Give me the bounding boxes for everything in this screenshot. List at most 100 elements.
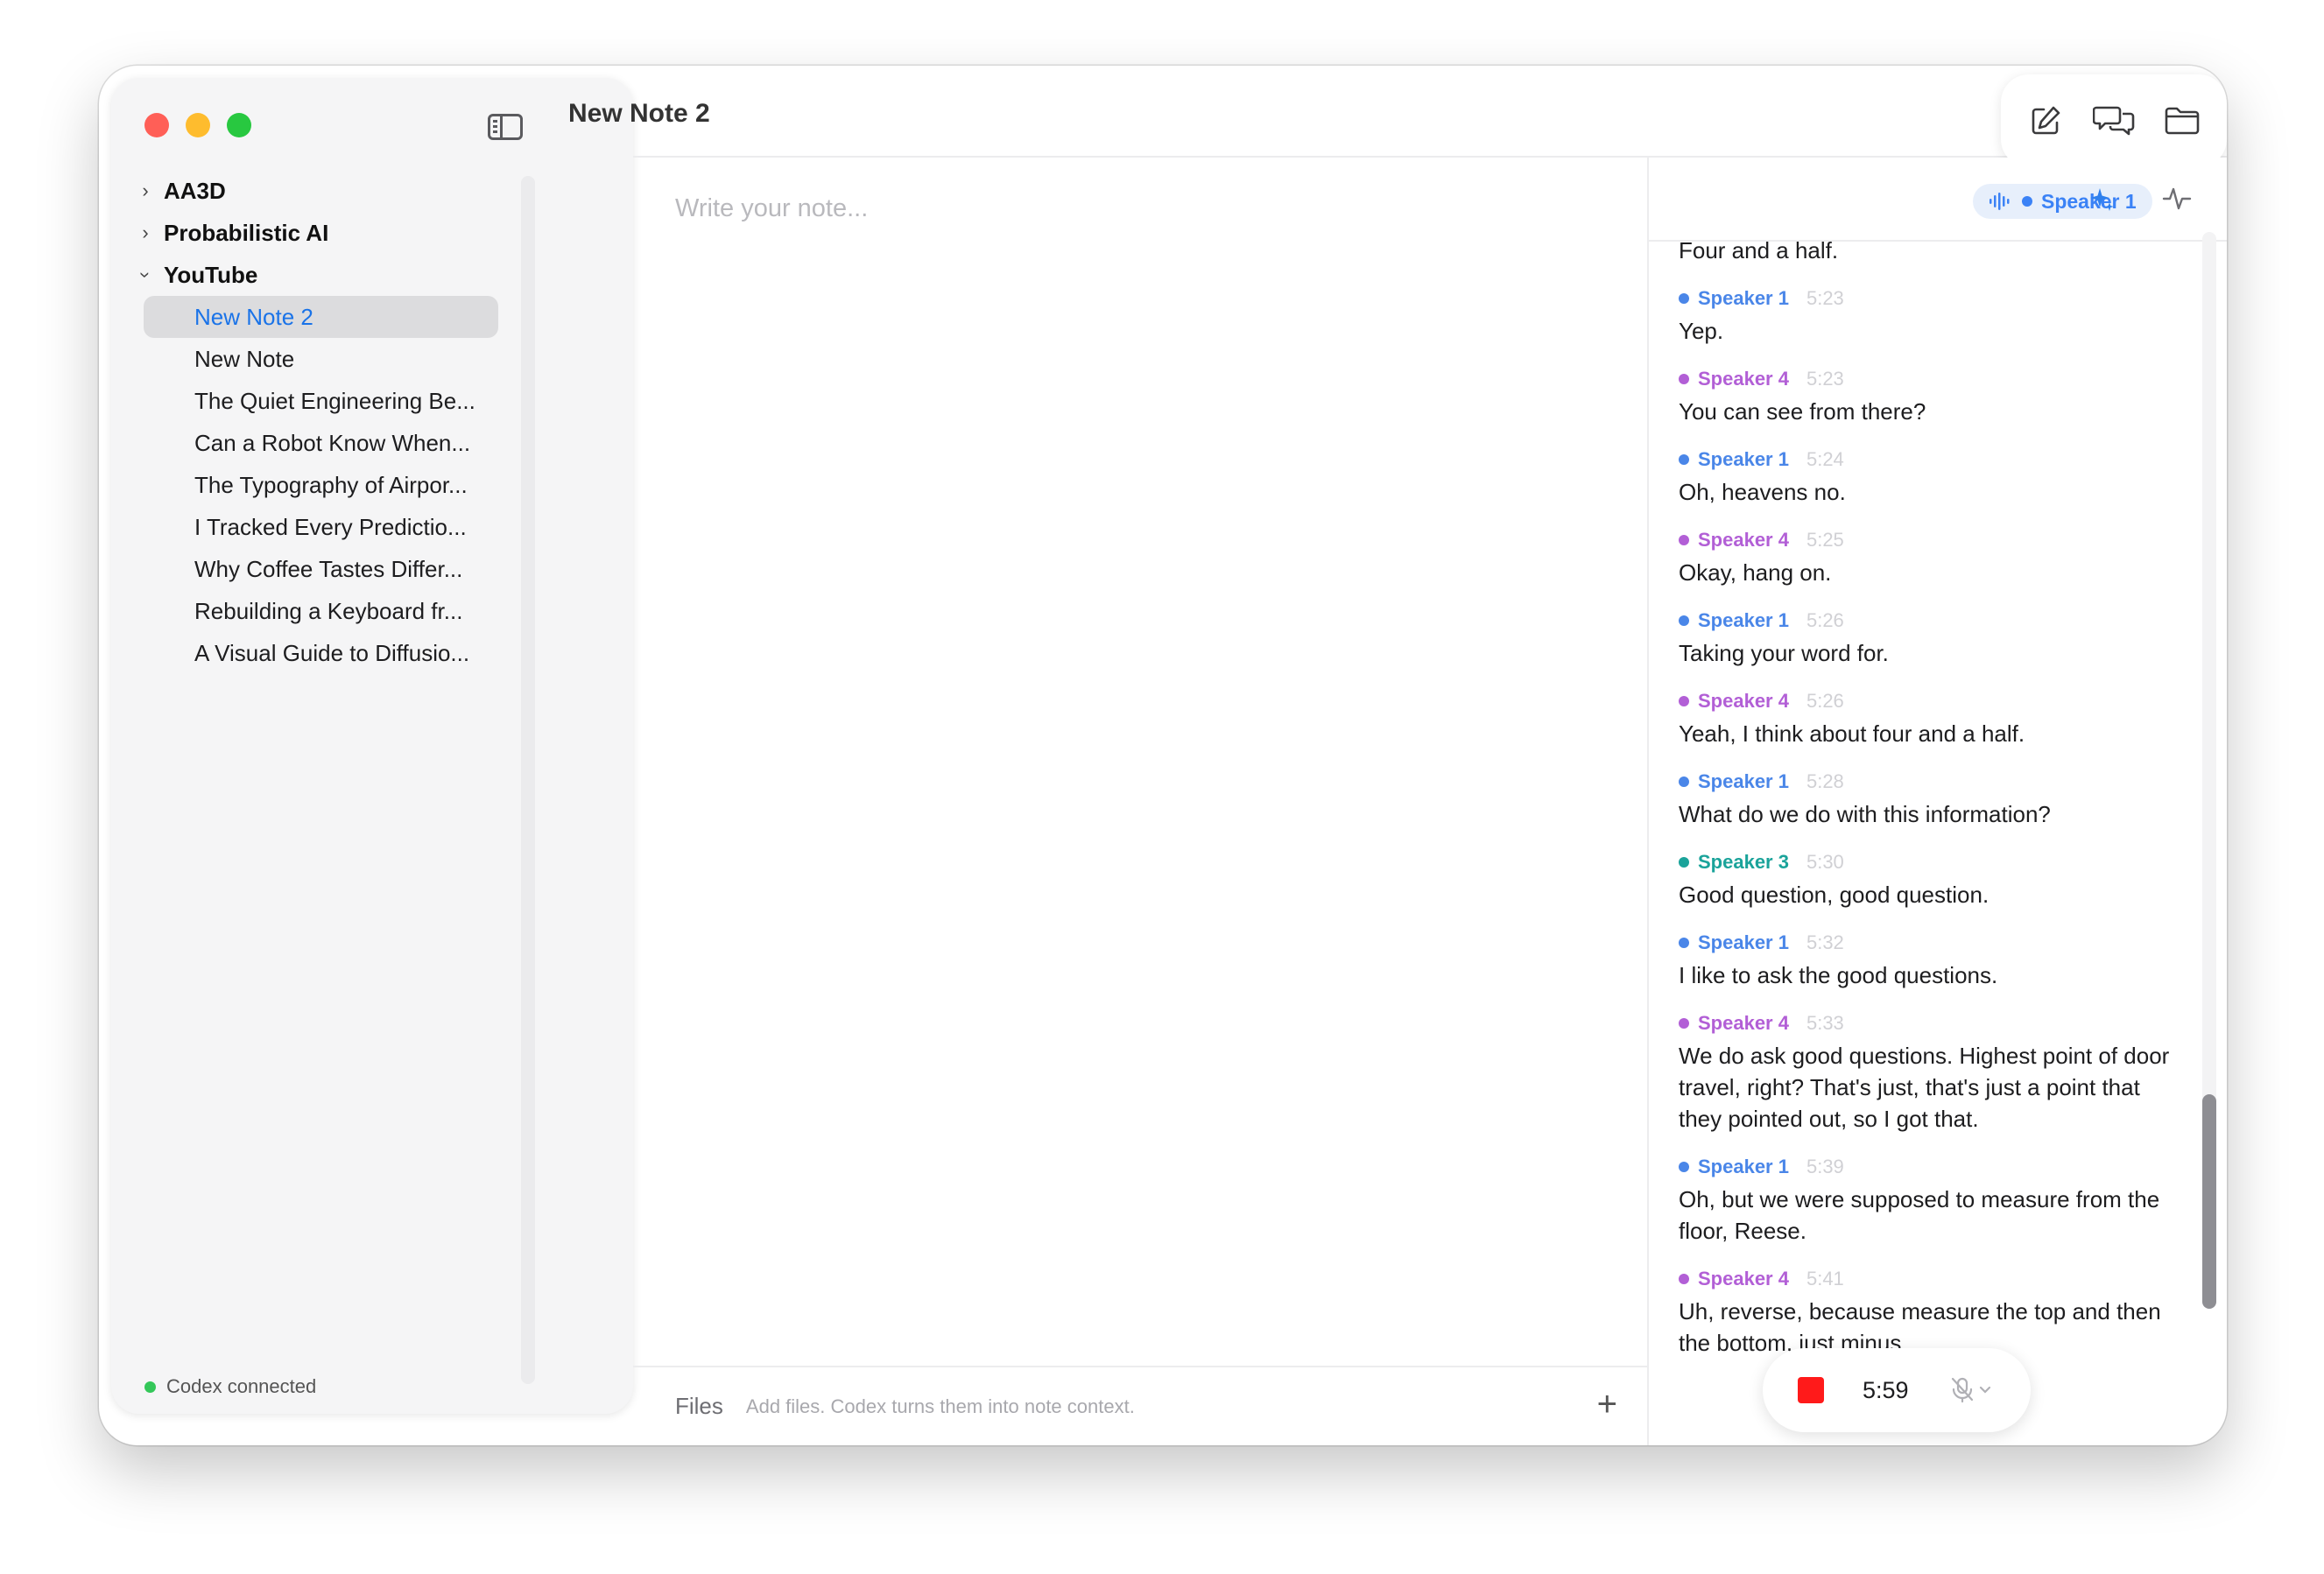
note-item[interactable]: Can a Robot Know When... bbox=[144, 422, 498, 464]
transcript-text: Oh, heavens no. bbox=[1679, 479, 1846, 505]
transcript-entry: Speaker 1 5:28 What do we do with this inf… bbox=[1679, 767, 2187, 830]
timestamp[interactable]: 5:26 bbox=[1806, 690, 1844, 713]
audio-waveform-icon bbox=[1989, 193, 2010, 210]
microphone-menu-button[interactable] bbox=[1951, 1377, 1991, 1403]
speaker-color-dot bbox=[1679, 776, 1689, 787]
status-label: Codex connected bbox=[166, 1375, 317, 1397]
activity-pulse-icon[interactable] bbox=[2162, 184, 2192, 218]
close-window-button[interactable] bbox=[144, 113, 169, 137]
note-item[interactable]: New Note 2 bbox=[144, 296, 498, 338]
stop-recording-button[interactable] bbox=[1798, 1377, 1824, 1403]
transcript-entry: Speaker 3 5:30 Good question, good questio… bbox=[1679, 847, 2187, 910]
transcript-text: We do ask good questions. Highest point … bbox=[1679, 1043, 2170, 1132]
speaker-color-dot bbox=[1679, 1274, 1689, 1284]
note-item[interactable]: I Tracked Every Predictio... bbox=[144, 506, 498, 548]
add-file-button[interactable]: + bbox=[1597, 1387, 1617, 1422]
sparkle-icon[interactable] bbox=[2089, 186, 2116, 218]
timestamp[interactable]: 5:33 bbox=[1806, 1012, 1844, 1035]
note-item[interactable]: Why Coffee Tastes Differ... bbox=[144, 548, 498, 590]
files-label: Files bbox=[675, 1393, 723, 1419]
speaker-name[interactable]: Speaker 4 bbox=[1698, 690, 1789, 713]
transcript-meta: Speaker 3 5:30 bbox=[1679, 847, 2187, 877]
timestamp[interactable]: 5:25 bbox=[1806, 529, 1844, 552]
microphone-muted-icon bbox=[1951, 1377, 1973, 1403]
minimize-window-button[interactable] bbox=[186, 113, 210, 137]
speaker-name[interactable]: Speaker 1 bbox=[1698, 931, 1789, 954]
note-item[interactable]: The Quiet Engineering Be... bbox=[144, 380, 498, 422]
folder-icon[interactable] bbox=[2159, 97, 2206, 144]
transcript-entry: Speaker 4 5:26 Yeah, I think about four an… bbox=[1679, 686, 2187, 749]
speaker-name[interactable]: Speaker 4 bbox=[1698, 368, 1789, 390]
app-window: › AA3D › Probabilistic AI › YouTube New … bbox=[99, 66, 2227, 1445]
note-item[interactable]: The Typography of Airpor... bbox=[144, 464, 498, 506]
transcript-entry: Speaker 1 5:32 I like to ask the good ques… bbox=[1679, 928, 2187, 991]
speaker-name[interactable]: Speaker 1 bbox=[1698, 287, 1789, 310]
timestamp[interactable]: 5:32 bbox=[1806, 931, 1844, 954]
timestamp[interactable]: 5:23 bbox=[1806, 287, 1844, 310]
folder-youtube[interactable]: › YouTube bbox=[111, 254, 633, 296]
note-placeholder[interactable]: Write your note... bbox=[675, 194, 868, 223]
speaker-color-dot bbox=[1679, 1162, 1689, 1172]
timestamp[interactable]: 5:39 bbox=[1806, 1156, 1844, 1178]
folder-aa3d[interactable]: › AA3D bbox=[111, 170, 633, 212]
sidebar-toggle-icon[interactable] bbox=[488, 114, 523, 140]
transcript-meta: Speaker 4 5:41 bbox=[1679, 1264, 2187, 1294]
compose-icon[interactable] bbox=[2022, 97, 2069, 144]
speaker-color-dot bbox=[1679, 293, 1689, 304]
transcript-entry: Speaker 4 5:41 Uh, reverse, because measur… bbox=[1679, 1264, 2187, 1359]
folder-probabilistic-ai[interactable]: › Probabilistic AI bbox=[111, 212, 633, 254]
chevron-right-icon: › bbox=[142, 221, 149, 243]
timestamp[interactable]: 5:28 bbox=[1806, 770, 1844, 793]
speaker-name[interactable]: Speaker 1 bbox=[1698, 609, 1789, 632]
speaker-name[interactable]: Speaker 4 bbox=[1698, 529, 1789, 552]
speaker-name[interactable]: Speaker 3 bbox=[1698, 851, 1789, 874]
transcript-text: Good question, good question. bbox=[1679, 882, 1989, 908]
speaker-color-dot bbox=[1679, 615, 1689, 626]
transcript-text: Yep. bbox=[1679, 318, 1724, 344]
timestamp[interactable]: 5:24 bbox=[1806, 448, 1844, 471]
speaker-name[interactable]: Speaker 1 bbox=[1698, 1156, 1789, 1178]
transcript-meta: Speaker 1 5:32 bbox=[1679, 928, 2187, 958]
note-item[interactable]: Rebuilding a Keyboard fr... bbox=[144, 590, 498, 632]
transcript-entry: Speaker 4 5:33 We do ask good questions. H… bbox=[1679, 1008, 2187, 1135]
timestamp[interactable]: 5:30 bbox=[1806, 851, 1844, 874]
speaker-name[interactable]: Speaker 1 bbox=[1698, 770, 1789, 793]
transcript-scrollbar-thumb[interactable] bbox=[2202, 1094, 2216, 1309]
transcript-entry: Speaker 1 5:39 Oh, but we were supposed to… bbox=[1679, 1152, 2187, 1247]
chat-bubbles-icon[interactable] bbox=[2090, 97, 2137, 144]
notes-list: New Note 2 New Note The Quiet Engineering … bbox=[111, 296, 633, 674]
transcript-meta: Speaker 4 5:33 bbox=[1679, 1008, 2187, 1038]
transcript-meta: Speaker 1 5:26 bbox=[1679, 606, 2187, 636]
sidebar-scrollbar[interactable] bbox=[521, 176, 535, 1384]
transcript-text: Okay, hang on. bbox=[1679, 559, 1832, 586]
transcript-meta: Speaker 4 5:25 bbox=[1679, 525, 2187, 555]
transcript-meta: Speaker 1 5:28 bbox=[1679, 767, 2187, 797]
note-item[interactable]: New Note bbox=[144, 338, 498, 380]
transcript-meta: Speaker 4 5:26 bbox=[1679, 686, 2187, 716]
transcript-meta: Speaker 1 5:23 bbox=[1679, 284, 2187, 313]
folder-label: Probabilistic AI bbox=[164, 219, 329, 246]
speaker-color-dot bbox=[1679, 857, 1689, 868]
folder-label: AA3D bbox=[164, 177, 226, 204]
speaker-name[interactable]: Speaker 4 bbox=[1698, 1268, 1789, 1290]
speaker-name[interactable]: Speaker 1 bbox=[1698, 448, 1789, 471]
note-editor[interactable]: Write your note... bbox=[633, 158, 1647, 1366]
transcript-meta: Speaker 1 5:39 bbox=[1679, 1152, 2187, 1182]
speaker-filter-pill[interactable]: Speaker 1 bbox=[1973, 184, 2152, 219]
speaker-color-dot bbox=[1679, 535, 1689, 545]
transcript-text: What do we do with this information? bbox=[1679, 801, 2051, 827]
recording-timer: 5:59 bbox=[1863, 1376, 1909, 1403]
transcript-entry: Speaker 4 5:25 Okay, hang on. bbox=[1679, 525, 2187, 588]
timestamp[interactable]: 5:41 bbox=[1806, 1268, 1844, 1290]
status-dot-icon bbox=[144, 1381, 156, 1393]
transcript-scroll[interactable]: Four and a half. Speaker 1 5:23 Yep. Speake… bbox=[1649, 242, 2227, 1445]
timestamp[interactable]: 5:26 bbox=[1806, 609, 1844, 632]
speaker-color-dot bbox=[1679, 938, 1689, 948]
recording-controls: 5:59 bbox=[1763, 1348, 2031, 1432]
speaker-name[interactable]: Speaker 4 bbox=[1698, 1012, 1789, 1035]
transcript-pane: Speaker 1 Four and a half. Speaker 1 5:23… bbox=[1649, 158, 2227, 1445]
transcript-text: I like to ask the good questions. bbox=[1679, 962, 1998, 988]
note-item[interactable]: A Visual Guide to Diffusio... bbox=[144, 632, 498, 674]
timestamp[interactable]: 5:23 bbox=[1806, 368, 1844, 390]
zoom-window-button[interactable] bbox=[227, 113, 251, 137]
